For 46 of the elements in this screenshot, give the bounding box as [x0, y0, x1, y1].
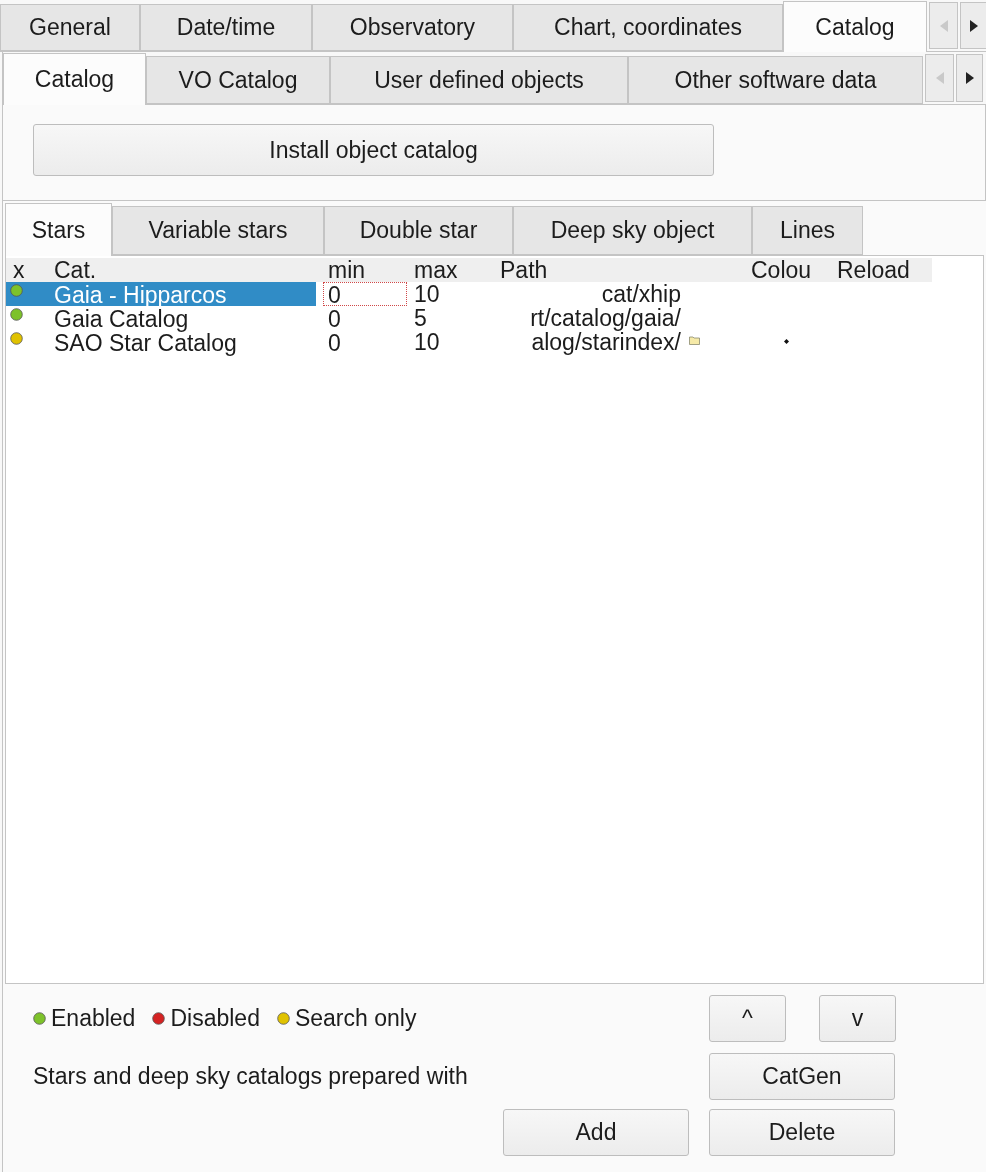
column-header[interactable]: min [323, 257, 366, 283]
legend-label: Disabled [170, 1004, 260, 1034]
add-button[interactable]: Add [503, 1109, 689, 1156]
triangle-right-icon [969, 19, 978, 32]
column-header[interactable]: Cat. [51, 257, 97, 283]
legend-label: Enabled [51, 1004, 136, 1034]
triangle-right-icon [965, 72, 974, 84]
column-header[interactable]: Colou [746, 257, 812, 283]
legend-label: Search only [294, 1004, 417, 1034]
settings-tab[interactable]: Catalog [783, 1, 927, 52]
path-cell[interactable]: alog/starindex/ [531, 330, 681, 354]
catgen-button[interactable]: CatGen [709, 1053, 895, 1100]
min-cell[interactable]: 0 [323, 306, 407, 330]
column-header[interactable]: x [6, 257, 25, 283]
section-tab[interactable]: Catalog [3, 53, 146, 105]
max-cell[interactable]: 10 [409, 330, 495, 354]
section-tab[interactable]: Other software data [628, 56, 923, 104]
min-cell[interactable]: 0 [323, 330, 407, 354]
object-type-tab[interactable]: Variable stars [112, 206, 324, 255]
object-type-tab[interactable]: Double star [324, 206, 513, 255]
settings-tab[interactable]: Chart, coordinates [513, 4, 783, 51]
max-cell[interactable]: 10 [409, 282, 495, 306]
delete-button[interactable]: Delete [709, 1109, 895, 1156]
column-header[interactable]: Path [495, 257, 548, 283]
move-up-button[interactable]: ^ [709, 995, 786, 1042]
column-header[interactable]: max [409, 257, 458, 283]
section-tab[interactable]: User defined objects [330, 56, 628, 104]
folder-icon[interactable] [689, 336, 700, 345]
scroll-right-button[interactable] [956, 54, 983, 102]
section-tab[interactable]: VO Catalog [146, 56, 330, 104]
install-catalog-button[interactable]: Install object catalog [33, 124, 714, 176]
column-header[interactable]: Reload [832, 257, 910, 283]
triangle-left-icon [939, 19, 948, 32]
settings-tab[interactable]: General [0, 4, 140, 51]
catalog-name-cell[interactable]: Gaia Catalog [51, 306, 316, 330]
max-cell[interactable]: 5 [409, 306, 495, 330]
settings-tab[interactable]: Date/time [140, 4, 312, 51]
object-type-tab[interactable]: Deep sky object [513, 206, 752, 255]
settings-tab[interactable]: Observatory [312, 4, 513, 51]
scroll-right-button[interactable] [960, 2, 986, 49]
object-type-tab[interactable]: Lines [752, 206, 863, 255]
object-type-tab[interactable]: Stars [5, 203, 112, 256]
catgen-note: Stars and deep sky catalogs prepared with [33, 1062, 469, 1092]
move-down-button[interactable]: v [819, 995, 896, 1042]
min-cell[interactable]: 0 [323, 282, 407, 306]
triangle-left-icon [935, 72, 944, 84]
